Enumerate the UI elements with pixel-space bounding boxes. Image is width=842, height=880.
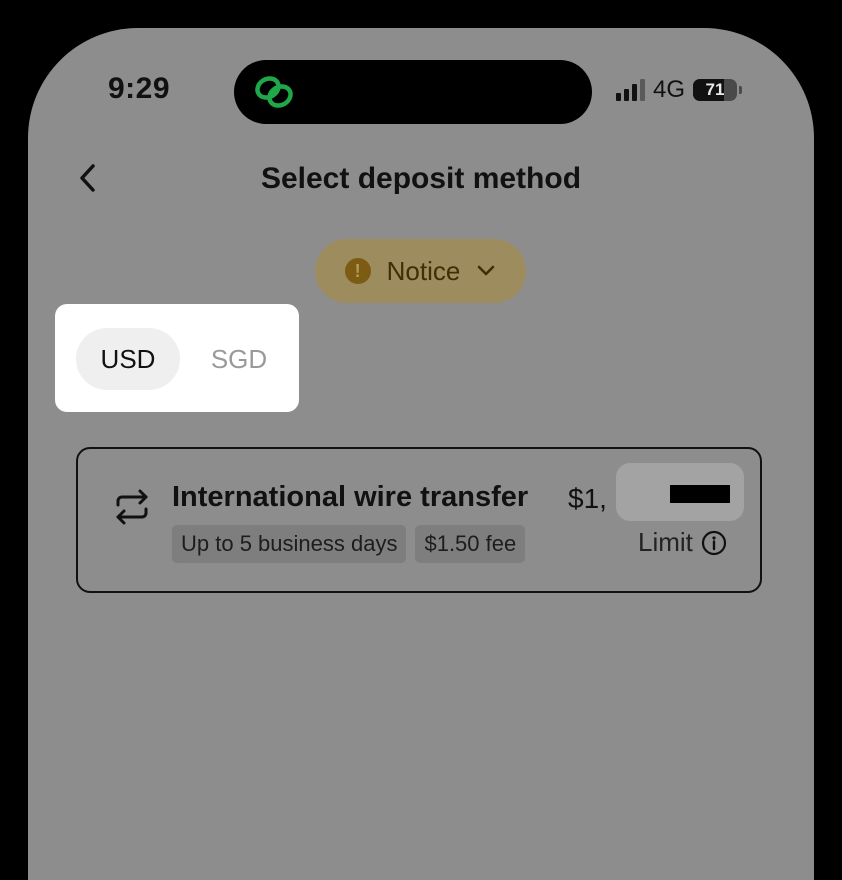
- battery-tip: [739, 86, 743, 94]
- network-type: 4G: [653, 76, 686, 103]
- tag-processing-time: Up to 5 business days: [172, 525, 407, 563]
- notice-label: Notice: [386, 255, 461, 286]
- info-icon: [701, 530, 727, 555]
- battery-icon: 71: [693, 79, 738, 101]
- notice-dropdown[interactable]: ! Notice: [315, 239, 526, 303]
- limit-info[interactable]: Limit: [638, 527, 727, 558]
- currency-option-usd[interactable]: USD: [76, 328, 180, 390]
- phone-frame: 9:29 4G 71 Select deposit method ! Notic…: [0, 0, 842, 880]
- app-link-icon: [255, 76, 293, 108]
- warning-icon: !: [344, 258, 371, 284]
- currency-option-sgd[interactable]: SGD: [191, 328, 287, 390]
- status-time: 9:29: [108, 72, 171, 105]
- screen: 9:29 4G 71 Select deposit method ! Notic…: [28, 28, 814, 880]
- redaction-bar: [670, 485, 730, 503]
- dynamic-island: [234, 60, 592, 124]
- currency-toggle: USD SGD: [55, 304, 299, 412]
- deposit-method-wire-transfer[interactable]: International wire transfer Up to 5 busi…: [76, 447, 762, 593]
- page-title: Select deposit method: [260, 162, 582, 195]
- method-title: International wire transfer: [172, 481, 529, 513]
- chevron-down-icon: [478, 265, 495, 276]
- tag-fee: $1.50 fee: [415, 525, 526, 563]
- transfer-arrows-icon: [116, 489, 148, 525]
- method-tags: Up to 5 business days $1.50 fee: [172, 525, 526, 563]
- battery-level: 71: [705, 80, 725, 99]
- limit-amount: $1,: [568, 483, 607, 514]
- status-indicators: 4G 71: [616, 76, 743, 104]
- limit-label: Limit: [638, 527, 693, 557]
- signal-icon: [616, 79, 645, 101]
